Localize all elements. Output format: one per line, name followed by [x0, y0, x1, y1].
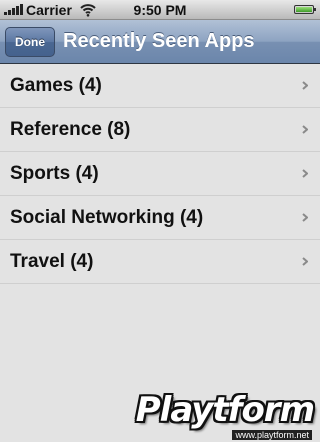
list-item-social-networking[interactable]: Social Networking (4)	[0, 196, 320, 240]
list-item-sports[interactable]: Sports (4)	[0, 152, 320, 196]
done-button[interactable]: Done	[5, 27, 55, 57]
chevron-right-icon	[302, 257, 308, 266]
chevron-right-icon	[302, 81, 308, 90]
list-item-games[interactable]: Games (4)	[0, 64, 320, 108]
status-bar: Carrier 9:50 PM	[0, 0, 320, 20]
status-time: 9:50 PM	[133, 2, 187, 18]
list-item-travel[interactable]: Travel (4)	[0, 240, 320, 284]
chevron-right-icon	[302, 169, 308, 178]
chevron-right-icon	[302, 213, 308, 222]
battery-icon	[294, 5, 316, 14]
list-item-label: Reference (8)	[10, 119, 131, 140]
navigation-bar: Done Recently Seen Apps	[0, 20, 320, 64]
page-title: Recently Seen Apps	[63, 30, 255, 52]
category-list: Games (4) Reference (8) Sports (4) Socia…	[0, 64, 320, 284]
watermark: Playtform www.playtform.net	[136, 386, 318, 442]
list-item-label: Travel (4)	[10, 251, 94, 272]
chevron-right-icon	[302, 125, 308, 134]
list-item-label: Games (4)	[10, 75, 102, 96]
list-item-label: Social Networking (4)	[10, 207, 204, 228]
list-item-reference[interactable]: Reference (8)	[0, 108, 320, 152]
watermark-logo: Playtform	[135, 390, 315, 430]
watermark-url: www.playtform.net	[232, 430, 312, 440]
list-item-label: Sports (4)	[10, 163, 99, 184]
